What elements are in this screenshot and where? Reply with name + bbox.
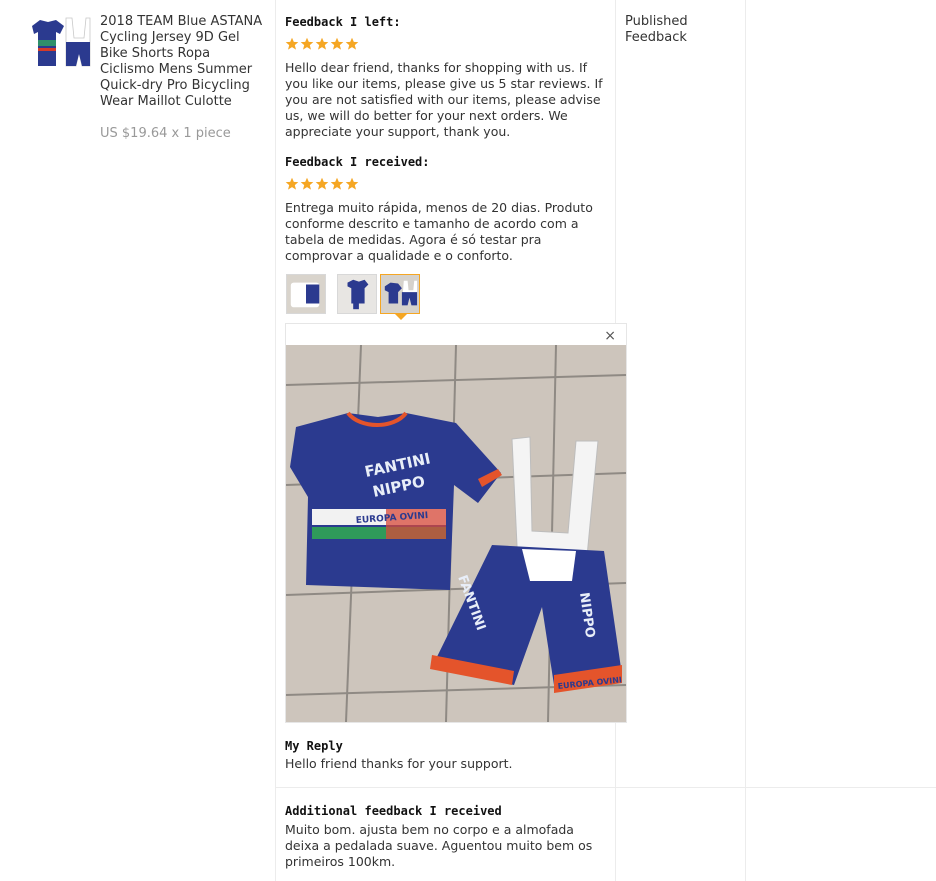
feedback-left-text: Hello dear friend, thanks for shopping w…	[285, 60, 603, 139]
photo-thumb-image	[381, 275, 419, 313]
feedback-left-heading: Feedback I left:	[285, 15, 401, 29]
star-icon	[315, 177, 329, 190]
star-icon	[345, 37, 359, 50]
review-photo[interactable]: FANTINI NIPPO EUROPA OVINI FANTINI NIPPO…	[286, 345, 626, 722]
close-icon[interactable]: ×	[604, 328, 616, 344]
image-viewer: × FANTINI NIPPO EUROPA OVINI FANTINI NIP…	[285, 323, 627, 723]
star-icon	[285, 37, 299, 50]
star-icon	[300, 177, 314, 190]
feedback-left-rating	[285, 37, 359, 53]
row-divider	[276, 787, 936, 788]
star-icon	[285, 177, 299, 190]
product-price: US $19.64 x 1 piece	[100, 126, 231, 141]
star-icon	[345, 177, 359, 190]
additional-feedback-text: Muito bom. ajusta bem no corpo e a almof…	[285, 822, 593, 869]
feedback-status: Published Feedback	[625, 14, 688, 45]
photo-thumb-image	[338, 275, 376, 313]
column-divider-3	[745, 0, 746, 881]
column-divider-1	[275, 0, 276, 881]
feedback-received-rating	[285, 177, 359, 193]
additional-feedback-heading: Additional feedback I received	[285, 804, 502, 818]
product-title[interactable]: 2018 TEAM Blue ASTANA Cycling Jersey 9D …	[100, 14, 268, 110]
review-photo-thumb-3[interactable]	[380, 274, 420, 314]
review-photo-thumb-1[interactable]	[286, 274, 326, 314]
review-photo-thumb-2[interactable]	[337, 274, 377, 314]
star-icon	[330, 177, 344, 190]
star-icon	[330, 37, 344, 50]
my-reply-heading: My Reply	[285, 739, 343, 753]
feedback-received-heading: Feedback I received:	[285, 155, 430, 169]
feedback-received-text: Entrega muito rápida, menos de 20 dias. …	[285, 200, 593, 263]
star-icon	[315, 37, 329, 50]
active-thumb-indicator	[395, 314, 407, 320]
product-thumbnail[interactable]	[26, 14, 92, 72]
my-reply-text: Hello friend thanks for your support.	[285, 756, 513, 771]
photo-thumb-image	[287, 275, 325, 313]
star-icon	[300, 37, 314, 50]
